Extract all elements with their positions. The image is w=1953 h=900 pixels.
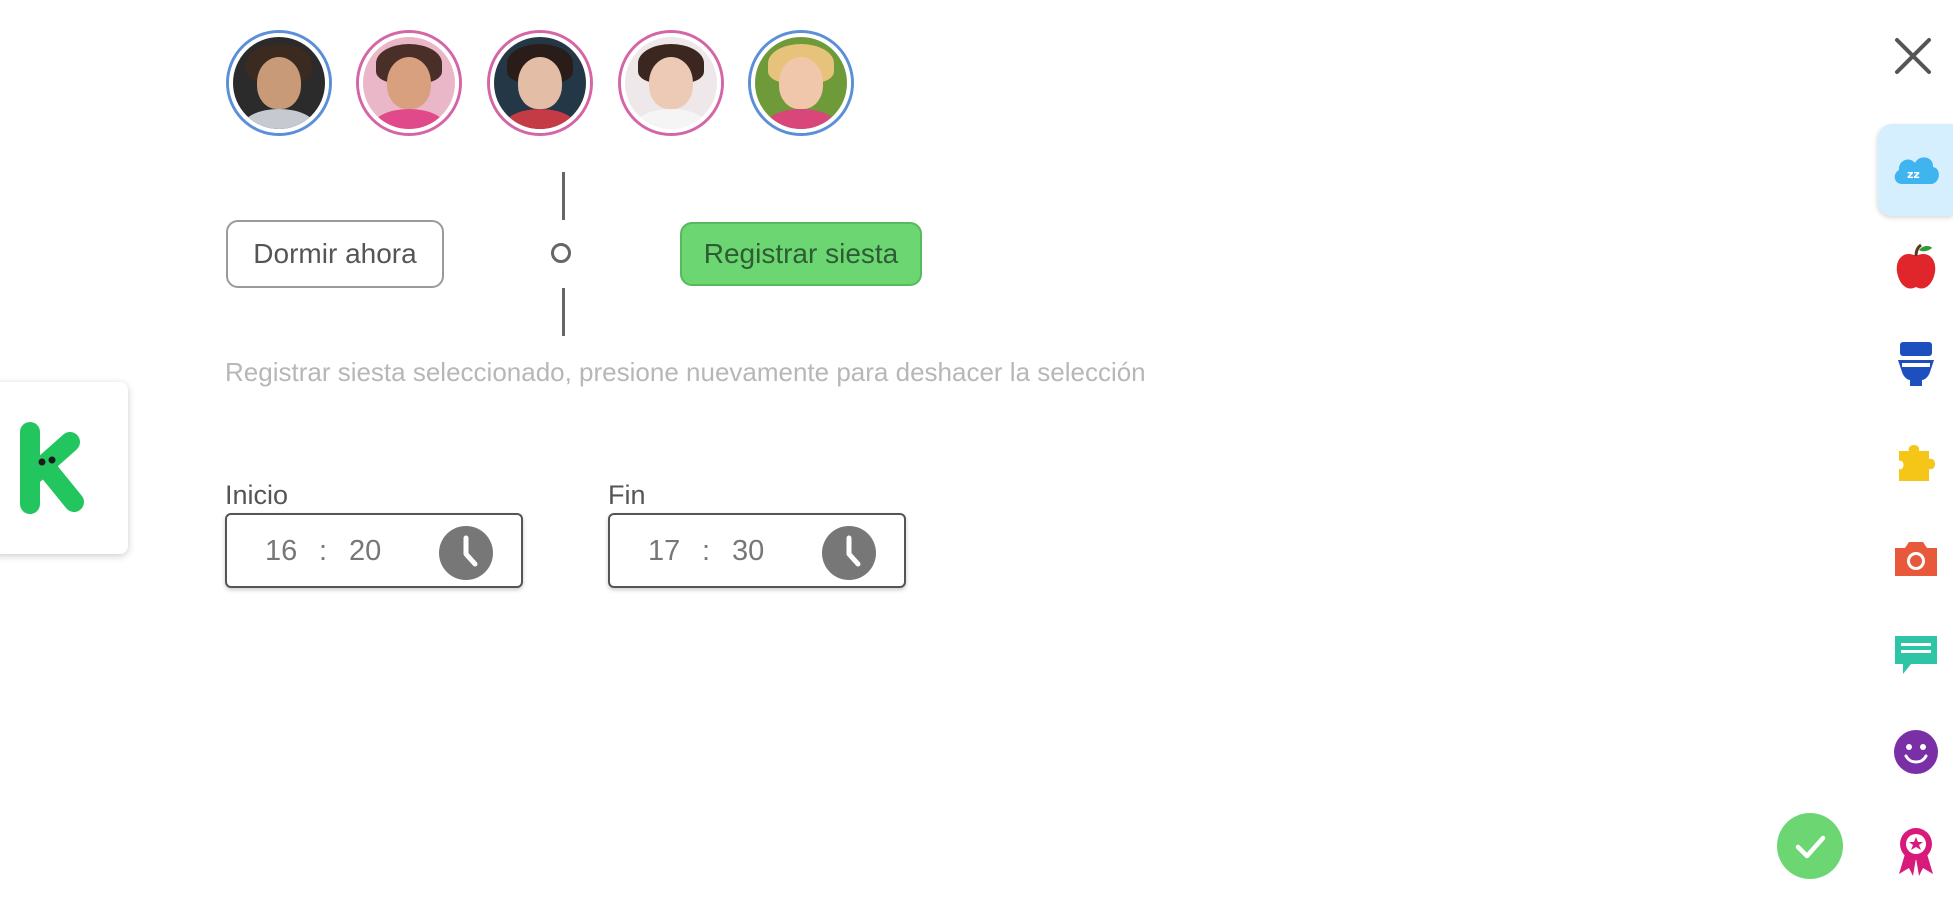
sidebar-item-activities[interactable] — [1878, 414, 1953, 506]
start-time-label: Inicio — [225, 480, 289, 510]
sidebar-item-food[interactable] — [1878, 222, 1953, 314]
sidebar-item-toilet[interactable] — [1878, 318, 1953, 410]
selection-hint-text: Registrar siesta seleccionado, presione … — [225, 357, 1146, 387]
kidsapp-logo — [20, 422, 84, 514]
close-icon[interactable] — [1893, 36, 1933, 76]
start-time-field[interactable]: 16 : 20 — [225, 513, 523, 588]
child-avatar-3[interactable] — [490, 33, 590, 133]
sidebar-item-mood[interactable] — [1878, 706, 1953, 798]
apple-icon — [1896, 243, 1935, 289]
child-avatar-2[interactable] — [359, 33, 459, 133]
end-time-field[interactable]: 17 : 30 — [608, 513, 906, 588]
checkmark-icon — [1795, 835, 1826, 859]
child-avatar-1[interactable] — [229, 33, 329, 133]
child-avatar-5[interactable] — [751, 33, 851, 133]
child-avatar-4[interactable] — [621, 33, 721, 133]
award-icon — [1898, 828, 1933, 876]
end-clock-icon[interactable] — [822, 526, 876, 580]
svg-text:zz: zz — [1907, 168, 1920, 181]
end-time-separator: : — [702, 535, 711, 567]
message-icon — [1894, 636, 1937, 674]
start-minutes[interactable]: 20 — [349, 535, 381, 568]
end-minutes[interactable]: 30 — [732, 535, 764, 568]
start-clock-icon[interactable] — [439, 526, 493, 580]
sidebar-item-achievements[interactable] — [1878, 804, 1953, 896]
puzzle-icon — [1898, 445, 1935, 481]
start-time-separator: : — [319, 535, 328, 567]
divider-bottom-line — [562, 288, 565, 336]
sleep-now-button[interactable]: Dormir ahora — [226, 220, 444, 288]
sleep-cloud-icon: zz — [1894, 157, 1939, 184]
smiley-icon — [1893, 730, 1938, 774]
confirm-button[interactable] — [1777, 813, 1843, 879]
start-hours[interactable]: 16 — [265, 535, 297, 568]
logo-tab[interactable] — [0, 382, 128, 554]
end-hours[interactable]: 17 — [648, 535, 680, 568]
sidebar-item-sleep[interactable]: zz — [1878, 124, 1953, 216]
divider-top-line — [562, 172, 565, 220]
toilet-icon — [1897, 342, 1934, 386]
sidebar-item-messages[interactable] — [1878, 608, 1953, 700]
camera-icon — [1894, 542, 1937, 576]
end-time-label: Fin — [608, 480, 646, 510]
register-nap-button[interactable]: Registrar siesta — [680, 222, 922, 286]
divider-o-marker — [551, 243, 571, 263]
sidebar-item-photos[interactable] — [1878, 512, 1953, 604]
